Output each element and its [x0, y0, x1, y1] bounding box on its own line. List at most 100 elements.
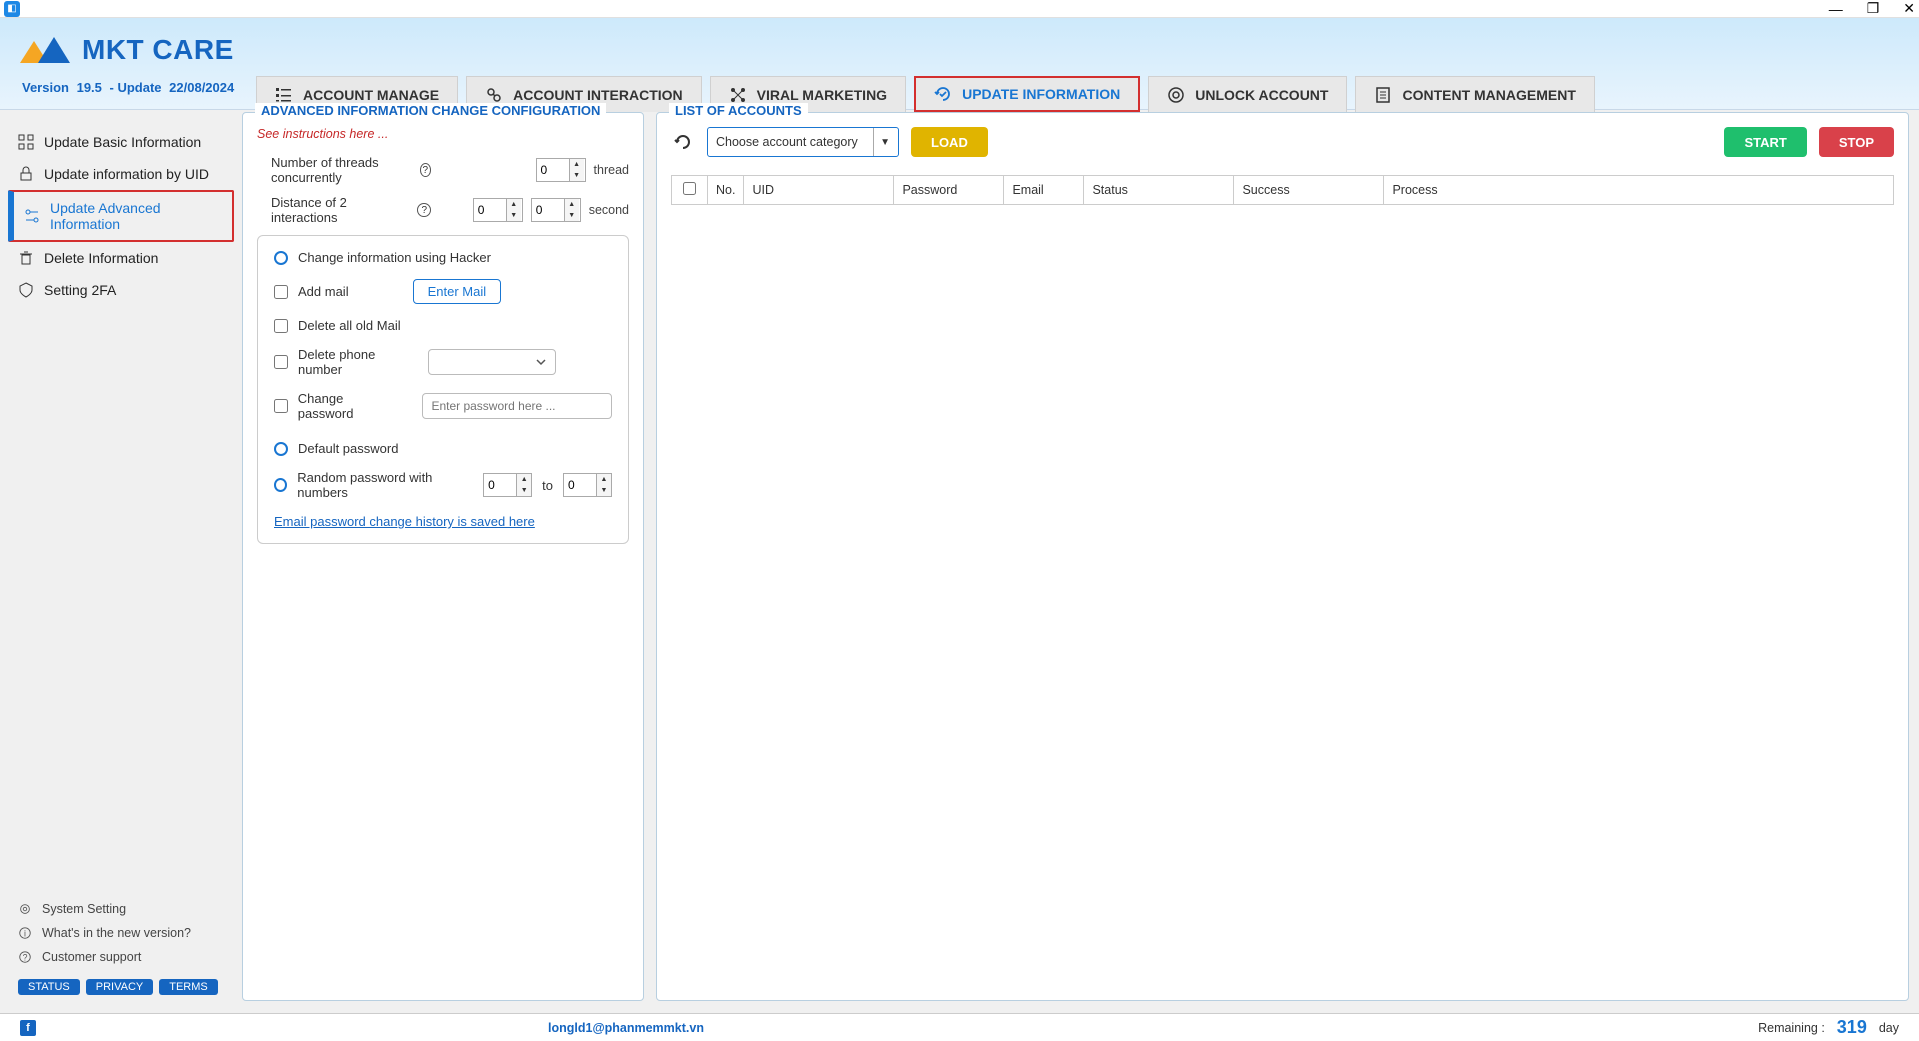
- terms-badge[interactable]: TERMS: [159, 979, 218, 995]
- maximize-button[interactable]: ❐: [1867, 0, 1880, 17]
- grid-icon: [18, 134, 34, 150]
- tab-update-information[interactable]: UPDATE INFORMATION: [914, 76, 1140, 112]
- start-button[interactable]: START: [1724, 127, 1806, 157]
- refresh-icon: [673, 132, 693, 152]
- add-mail-checkbox[interactable]: [274, 285, 288, 299]
- instructions-link[interactable]: See instructions here ...: [257, 127, 629, 141]
- col-uid[interactable]: UID: [744, 176, 894, 205]
- options-box: Change information using Hacker Add mail…: [257, 235, 629, 544]
- sidebar-item-uid[interactable]: Update information by UID: [8, 158, 234, 190]
- tab-content-management[interactable]: CONTENT MANAGEMENT: [1355, 76, 1594, 112]
- svg-text:i: i: [24, 929, 26, 939]
- config-panel: ADVANCED INFORMATION CHANGE CONFIGURATIO…: [242, 112, 644, 1001]
- stop-button[interactable]: STOP: [1819, 127, 1894, 157]
- help-icon: ?: [18, 950, 32, 964]
- app-icon: ◧: [4, 1, 20, 17]
- category-select[interactable]: Choose account category ▼: [707, 127, 899, 157]
- distance-from-input[interactable]: ▲▼: [473, 198, 523, 222]
- spin-down-icon[interactable]: ▼: [597, 485, 611, 496]
- share-icon: [729, 86, 747, 104]
- system-setting-link[interactable]: System Setting: [18, 897, 224, 921]
- spin-up-icon[interactable]: ▲: [597, 474, 611, 485]
- customer-support-link[interactable]: ? Customer support: [18, 945, 224, 969]
- sidebar-item-label: Update information by UID: [44, 166, 209, 182]
- tab-unlock-account[interactable]: UNLOCK ACCOUNT: [1148, 76, 1347, 112]
- config-panel-title: ADVANCED INFORMATION CHANGE CONFIGURATIO…: [255, 103, 606, 118]
- change-hacker-radio[interactable]: [274, 251, 288, 265]
- distance-row: Distance of 2 interactions ? ▲▼ ▲▼ secon…: [257, 195, 629, 225]
- version-info: Version 19.5 - Update 22/08/2024: [22, 80, 238, 95]
- load-button[interactable]: LOAD: [911, 127, 988, 157]
- accounts-table: No. UID Password Email Status Success Pr…: [671, 175, 1894, 205]
- spin-down-icon[interactable]: ▼: [507, 210, 521, 221]
- sidebar-item-advanced-info[interactable]: Update Advanced Information: [8, 190, 234, 242]
- minimize-button[interactable]: —: [1829, 1, 1843, 17]
- sliders-icon: [24, 208, 40, 224]
- sidebar-item-delete-info[interactable]: Delete Information: [8, 242, 234, 274]
- brand-text: MKT CARE: [82, 34, 234, 66]
- interaction-icon: [485, 86, 503, 104]
- refresh-check-icon: [934, 85, 952, 103]
- spin-up-icon[interactable]: ▲: [570, 159, 584, 170]
- sidebar-item-label: Delete Information: [44, 250, 158, 266]
- spin-down-icon[interactable]: ▼: [570, 170, 584, 181]
- delete-old-mail-checkbox[interactable]: [274, 319, 288, 333]
- gear-icon: [18, 902, 32, 916]
- accounts-toolbar: Choose account category ▼ LOAD START STO…: [671, 127, 1894, 157]
- col-process[interactable]: Process: [1384, 176, 1894, 205]
- sidebar: Update Basic Information Update informat…: [0, 112, 242, 1011]
- sidebar-item-label: Update Advanced Information: [50, 200, 222, 232]
- default-password-radio[interactable]: [274, 442, 288, 456]
- statusbar: f longld1@phanmemmkt.vn Remaining : 319 …: [0, 1013, 1919, 1041]
- help-icon[interactable]: ?: [417, 203, 431, 217]
- chevron-down-icon: ▼: [873, 128, 890, 156]
- info-icon: i: [18, 926, 32, 940]
- spin-up-icon[interactable]: ▲: [565, 199, 579, 210]
- remaining-value: 319: [1837, 1017, 1867, 1038]
- select-all-checkbox[interactable]: [683, 182, 696, 195]
- col-email[interactable]: Email: [1004, 176, 1084, 205]
- random-to-input[interactable]: ▲▼: [563, 473, 612, 497]
- spin-down-icon[interactable]: ▼: [565, 210, 579, 221]
- privacy-badge[interactable]: PRIVACY: [86, 979, 153, 995]
- panels: ADVANCED INFORMATION CHANGE CONFIGURATIO…: [242, 112, 1919, 1011]
- help-icon[interactable]: ?: [420, 163, 431, 177]
- col-no[interactable]: No.: [708, 176, 744, 205]
- change-password-checkbox[interactable]: [274, 399, 288, 413]
- app-header: MKT CARE Version 19.5 - Update 22/08/202…: [0, 18, 1919, 110]
- logo-icon: [20, 35, 76, 65]
- shield-icon: [18, 282, 34, 298]
- lock-icon: [18, 166, 34, 182]
- chevron-down-icon: [535, 356, 547, 368]
- sidebar-item-basic-info[interactable]: Update Basic Information: [8, 126, 234, 158]
- col-success[interactable]: Success: [1234, 176, 1384, 205]
- sidebar-item-label: Update Basic Information: [44, 134, 201, 150]
- facebook-icon[interactable]: f: [20, 1020, 36, 1036]
- delete-phone-checkbox[interactable]: [274, 355, 288, 369]
- enter-mail-button[interactable]: Enter Mail: [413, 279, 502, 304]
- sidebar-bottom: System Setting i What's in the new versi…: [8, 891, 234, 1001]
- status-badge[interactable]: STATUS: [18, 979, 80, 995]
- list-icon: [275, 86, 293, 104]
- random-password-radio[interactable]: [274, 478, 287, 492]
- trash-icon: [18, 250, 34, 266]
- phone-select[interactable]: [428, 349, 556, 375]
- user-email[interactable]: longld1@phanmemmkt.vn: [548, 1021, 704, 1035]
- password-history-link[interactable]: Email password change history is saved h…: [274, 514, 535, 529]
- logo-area: MKT CARE: [20, 34, 234, 66]
- window-titlebar: ◧ — ❐ ✕: [0, 0, 1919, 18]
- spin-down-icon[interactable]: ▼: [517, 485, 531, 496]
- password-input[interactable]: [422, 393, 612, 419]
- sidebar-item-2fa[interactable]: Setting 2FA: [8, 274, 234, 306]
- random-from-input[interactable]: ▲▼: [483, 473, 532, 497]
- col-status[interactable]: Status: [1084, 176, 1234, 205]
- close-button[interactable]: ✕: [1903, 0, 1915, 17]
- threads-input[interactable]: ▲▼: [536, 158, 586, 182]
- refresh-button[interactable]: [671, 130, 695, 154]
- col-password[interactable]: Password: [894, 176, 1004, 205]
- distance-to-input[interactable]: ▲▼: [531, 198, 581, 222]
- spin-up-icon[interactable]: ▲: [517, 474, 531, 485]
- spin-up-icon[interactable]: ▲: [507, 199, 521, 210]
- document-icon: [1374, 86, 1392, 104]
- whats-new-link[interactable]: i What's in the new version?: [18, 921, 224, 945]
